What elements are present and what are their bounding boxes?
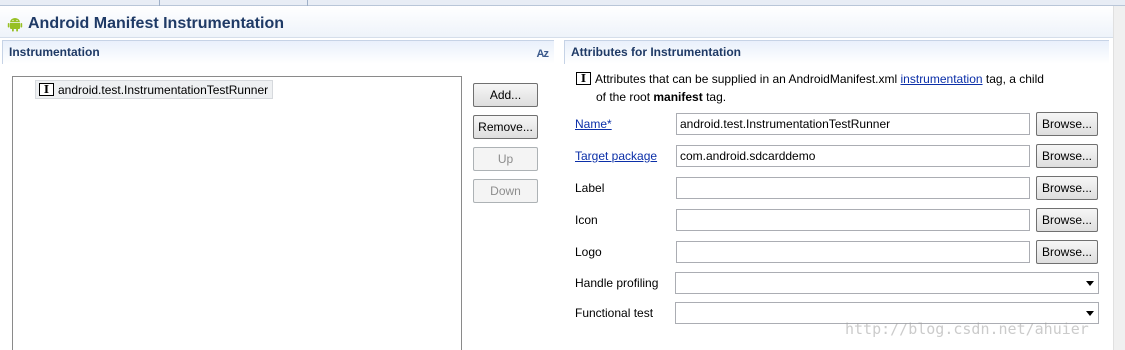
functional-test-label: Functional test — [575, 306, 654, 320]
description-text: tag. — [702, 90, 727, 104]
instrumentation-doc-link[interactable]: instrumentation — [901, 72, 983, 86]
logo-browse-button[interactable]: Browse... — [1036, 240, 1098, 264]
watermark: http://blog.csdn.net/ahuier — [845, 320, 1089, 338]
label-browse-button[interactable]: Browse... — [1036, 176, 1098, 200]
label-field[interactable] — [676, 177, 1030, 199]
chevron-down-icon[interactable] — [1086, 311, 1094, 316]
sort-alphabetically-icon[interactable]: Az — [537, 48, 549, 60]
handle-profiling-label: Handle profiling — [575, 276, 659, 290]
vertical-scrollbar[interactable] — [1113, 6, 1125, 350]
icon-field[interactable] — [676, 209, 1030, 231]
target-package-label-link[interactable]: Target package — [575, 149, 657, 163]
add-button[interactable]: Add... — [473, 83, 538, 107]
name-browse-button[interactable]: Browse... — [1036, 112, 1098, 136]
down-button[interactable]: Down — [473, 179, 538, 203]
section-title: Attributes for Instrumentation — [571, 45, 741, 59]
handle-profiling-select[interactable] — [675, 272, 1099, 294]
description-text: tag, a child — [982, 72, 1044, 86]
description-text: Attributes that can be supplied in an An… — [595, 72, 901, 86]
attributes-description-line2: of the root manifest tag. — [596, 90, 726, 104]
page-title: Android Manifest Instrumentation — [28, 15, 284, 32]
up-button[interactable]: Up — [473, 147, 538, 171]
android-icon — [7, 18, 23, 32]
tree-item[interactable]: Iandroid.test.InstrumentationTestRunner — [35, 80, 274, 99]
chevron-down-icon[interactable] — [1086, 281, 1094, 286]
logo-field[interactable] — [676, 241, 1030, 263]
instrumentation-node-icon: I — [39, 83, 54, 96]
manifest-keyword: manifest — [653, 90, 703, 104]
attributes-section-header: Attributes for Instrumentation — [564, 40, 1109, 64]
label-label: Label — [575, 181, 605, 195]
instrumentation-tree[interactable]: Iandroid.test.InstrumentationTestRunner — [12, 76, 462, 350]
name-label-link[interactable]: Name* — [575, 117, 612, 131]
name-field[interactable]: android.test.InstrumentationTestRunner — [676, 113, 1030, 135]
remove-button[interactable]: Remove... — [473, 115, 538, 139]
instrumentation-section-header: Instrumentation Az — [2, 40, 554, 64]
editor-header: Android Manifest Instrumentation — [0, 6, 1115, 38]
tree-item-label: android.test.InstrumentationTestRunner — [58, 83, 269, 97]
instrumentation-info-icon: I — [576, 72, 591, 85]
target-package-field[interactable]: com.android.sdcarddemo — [676, 145, 1030, 167]
icon-label: Icon — [575, 213, 598, 227]
section-title: Instrumentation — [9, 45, 100, 59]
logo-label: Logo — [575, 245, 602, 259]
target-package-browse-button[interactable]: Browse... — [1036, 144, 1098, 168]
description-text: of the root — [596, 90, 654, 104]
attributes-description: I Attributes that can be supplied in an A… — [576, 72, 1044, 86]
icon-browse-button[interactable]: Browse... — [1036, 208, 1098, 232]
